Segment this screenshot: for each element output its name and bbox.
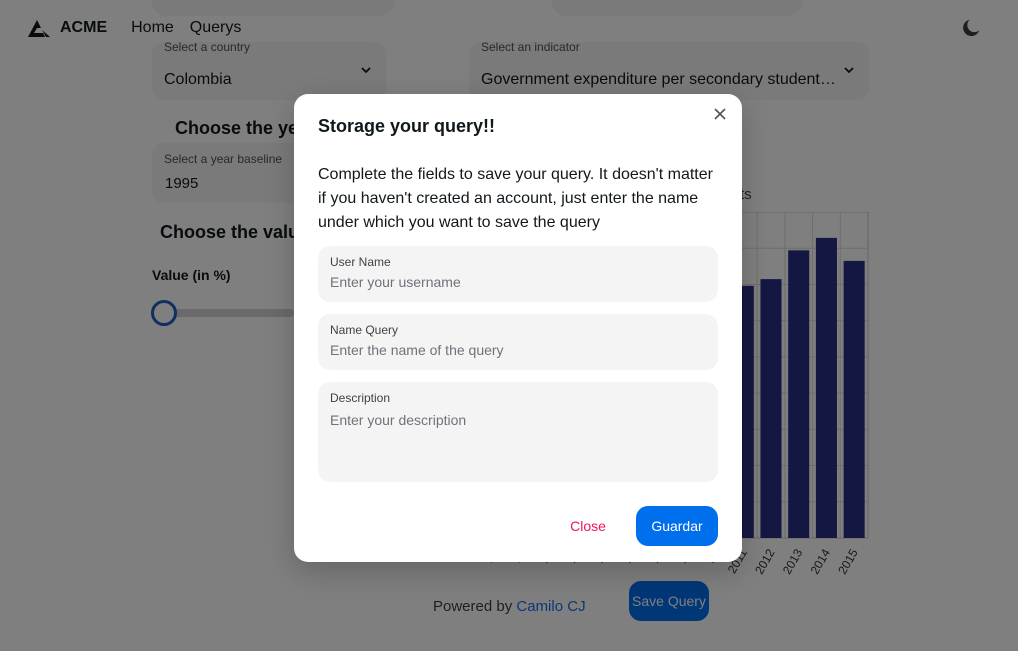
modal-title: Storage your query!! — [318, 116, 496, 136]
username-field-label: User Name — [330, 255, 391, 269]
description-field[interactable]: Description — [318, 382, 718, 482]
modal-close-button[interactable] — [710, 104, 730, 124]
close-icon — [714, 108, 726, 120]
username-field[interactable]: User Name — [318, 246, 718, 302]
query-name-field[interactable]: Name Query — [318, 314, 718, 370]
save-query-modal: Storage your query!! Complete the fields… — [294, 94, 742, 562]
username-input[interactable] — [330, 274, 700, 290]
modal-cancel-button[interactable]: Close — [558, 506, 618, 546]
query-name-input[interactable] — [330, 342, 700, 358]
modal-description: Complete the fields to save your query. … — [318, 166, 713, 231]
query-name-field-label: Name Query — [330, 323, 399, 337]
description-textarea[interactable] — [330, 412, 700, 472]
modal-save-button[interactable]: Guardar — [636, 506, 718, 546]
description-field-label: Description — [330, 391, 391, 405]
